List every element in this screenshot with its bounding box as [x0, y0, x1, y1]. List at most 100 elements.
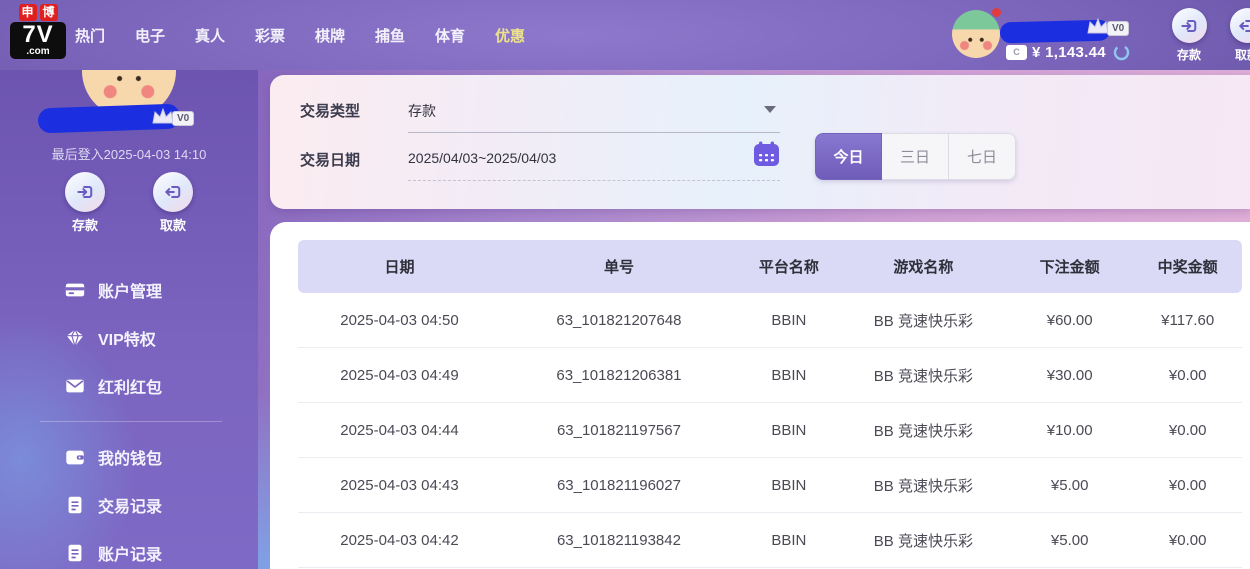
table-cell: BB 竞速快乐彩	[873, 422, 973, 440]
withdraw-icon	[1229, 8, 1250, 43]
logo-block: 7V .com	[10, 22, 66, 59]
table-row: 2025-04-03 04:49 63_101821206381 BBIN BB 竞速…	[298, 348, 1242, 403]
table-cell: ¥0.00	[1168, 421, 1207, 439]
sidebar-item-1-0[interactable]: 我的钱包	[0, 433, 258, 481]
main-content: 交易类型 存款 交易日期 2025/04/03~2025/04/03 今日 三日七…	[258, 70, 1250, 569]
sidebar-vip-level-badge: V0	[172, 111, 195, 126]
sidebar-action-deposit[interactable]: 存款	[54, 172, 116, 234]
table-cell: 63_101821193842	[556, 531, 681, 549]
table-cell: ¥0.00	[1168, 366, 1207, 384]
table-row: 2025-04-03 04:50 63_101821207648 BBIN BB 竞速…	[298, 293, 1242, 348]
envelope-icon	[63, 374, 87, 398]
table-header-row: 日期 单号 平台名称 游戏名称 下注金额 中奖金额	[298, 240, 1242, 293]
table-cell: 63_101821206381	[556, 366, 682, 384]
table-cell: ¥117.60	[1161, 311, 1215, 329]
table-cell: BBIN	[771, 366, 807, 384]
document-icon	[63, 493, 87, 517]
date-field-underline	[408, 180, 780, 181]
wallet-icon: C	[1006, 45, 1027, 60]
sidebar-item-label: 账户记录	[98, 547, 163, 564]
logo-badges: 申 博	[10, 4, 66, 21]
header-action-deposit[interactable]: 存款	[1160, 8, 1218, 63]
calendar-icon[interactable]	[753, 141, 780, 167]
type-field-underline	[408, 132, 780, 133]
header-quick-actions: 存款 取款	[1160, 8, 1250, 63]
sidebar-quick-actions: 存款 取款	[0, 172, 258, 234]
table-cell: BBIN	[771, 311, 807, 329]
sidebar-item-label: 红利红包	[98, 380, 163, 397]
sidebar-action-withdraw[interactable]: 取款	[142, 172, 204, 234]
sidebar-vip-crown-wrap: V0	[150, 106, 195, 126]
nav-item-8[interactable]: 优惠	[488, 25, 532, 46]
range-button-2[interactable]: 三日	[882, 133, 949, 180]
table-cell: ¥0.00	[1168, 531, 1207, 549]
sidebar-item-0-1[interactable]: VIP特权	[0, 314, 258, 362]
transaction-date-value[interactable]: 2025/04/03~2025/04/03	[408, 150, 556, 166]
transaction-type-label: 交易类型	[300, 103, 361, 120]
column-header-2: 单号	[603, 259, 634, 276]
records-table-panel: 日期 单号 平台名称 游戏名称 下注金额 中奖金额 2025-04-03 04:50 63_…	[270, 222, 1250, 569]
column-header-4: 游戏名称	[893, 259, 954, 276]
header-user-cluster: V0 C ¥ 1,143.44	[948, 6, 1138, 66]
sidebar-item-0-2[interactable]: 红利红包	[0, 362, 258, 410]
nav-item-5[interactable]: 棋牌	[308, 25, 352, 46]
logo-badge-bo: 博	[39, 4, 58, 21]
sidebar-item-label: 账户管理	[98, 284, 163, 301]
range-button-3[interactable]: 七日	[949, 133, 1016, 180]
table-cell: ¥30.00	[1046, 366, 1093, 384]
filter-panel: 交易类型 存款 交易日期 2025/04/03~2025/04/03 今日 三日七…	[270, 75, 1250, 209]
site-logo[interactable]: 申 博 7V .com	[10, 4, 66, 59]
nav-item-2[interactable]: 电子	[128, 25, 172, 46]
nav-item-3[interactable]: 真人	[188, 25, 232, 46]
top-header: 申 博 7V .com 热门 电子 真人 彩票 棋牌 捕鱼 体育 优惠 V0 C ¥ 1,14…	[0, 0, 1250, 70]
header-action-label: 存款	[1176, 48, 1201, 62]
header-action-label: 取款	[1234, 48, 1250, 62]
table-row: 2025-04-03 04:42 63_101821193842 BBIN BB 竞速…	[298, 513, 1242, 568]
sidebar-item-label: 交易记录	[98, 499, 163, 516]
column-header-6: 中奖金额	[1157, 259, 1218, 276]
transaction-type-value[interactable]: 存款	[408, 101, 436, 121]
caret-down-icon[interactable]	[764, 106, 776, 113]
balance-row: C ¥ 1,143.44	[1006, 44, 1130, 61]
refresh-icon[interactable]	[1113, 44, 1130, 61]
sidebar-item-1-2[interactable]: 账户记录	[0, 529, 258, 569]
last-login-text: 最后登入2025-04-03 14:10	[51, 147, 207, 162]
sidebar-action-label: 取款	[159, 218, 186, 233]
table-cell: BB 竞速快乐彩	[873, 312, 973, 330]
table-cell: BBIN	[771, 421, 807, 439]
range-button-1[interactable]: 今日	[815, 133, 882, 180]
table-row: 2025-04-03 04:43 63_101821196027 BBIN BB 竞速…	[298, 458, 1242, 513]
nav-item-6[interactable]: 捕鱼	[368, 25, 412, 46]
nav-item-1[interactable]: 热门	[68, 25, 112, 46]
balance-amount: ¥ 1,143.44	[1032, 44, 1106, 61]
main-nav: 热门 电子 真人 彩票 棋牌 捕鱼 体育 优惠	[68, 0, 548, 70]
withdraw-icon	[153, 172, 193, 212]
header-action-withdraw[interactable]: 取款	[1218, 8, 1250, 63]
deposit-icon	[65, 172, 105, 212]
vip-crown-wrap: V0	[1085, 16, 1130, 36]
user-avatar[interactable]	[952, 10, 1000, 58]
transaction-date-label: 交易日期	[300, 152, 361, 169]
notification-dot	[992, 8, 1001, 17]
sidebar-item-0-0[interactable]: 账户管理	[0, 266, 258, 314]
table-body: 2025-04-03 04:50 63_101821207648 BBIN BB 竞速…	[298, 293, 1242, 568]
table-cell: 2025-04-03 04:43	[340, 476, 459, 494]
column-header-1: 日期	[384, 259, 415, 276]
table-cell: 2025-04-03 04:44	[340, 421, 459, 439]
document-icon	[63, 541, 87, 565]
logo-main-text: 7V	[22, 21, 54, 48]
sidebar-item-label: VIP特权	[98, 332, 156, 349]
table-cell: ¥0.00	[1168, 476, 1207, 494]
nav-item-7[interactable]: 体育	[428, 25, 472, 46]
sidebar-item-1-1[interactable]: 交易记录	[0, 481, 258, 529]
table-cell: 63_101821197567	[556, 421, 681, 439]
sidebar-menu-divider	[40, 421, 222, 422]
sidebar-action-label: 存款	[71, 218, 98, 233]
table-cell: 63_101821196027	[556, 476, 681, 494]
table-cell: BBIN	[771, 476, 807, 494]
table-cell: ¥10.00	[1046, 421, 1093, 439]
card-icon	[63, 278, 87, 302]
sidebar: V0 最后登入2025-04-03 14:10 存款 取款 账户管理 VIP特权红利…	[0, 24, 258, 569]
sidebar-item-label: 我的钱包	[98, 451, 163, 468]
nav-item-4[interactable]: 彩票	[248, 25, 292, 46]
